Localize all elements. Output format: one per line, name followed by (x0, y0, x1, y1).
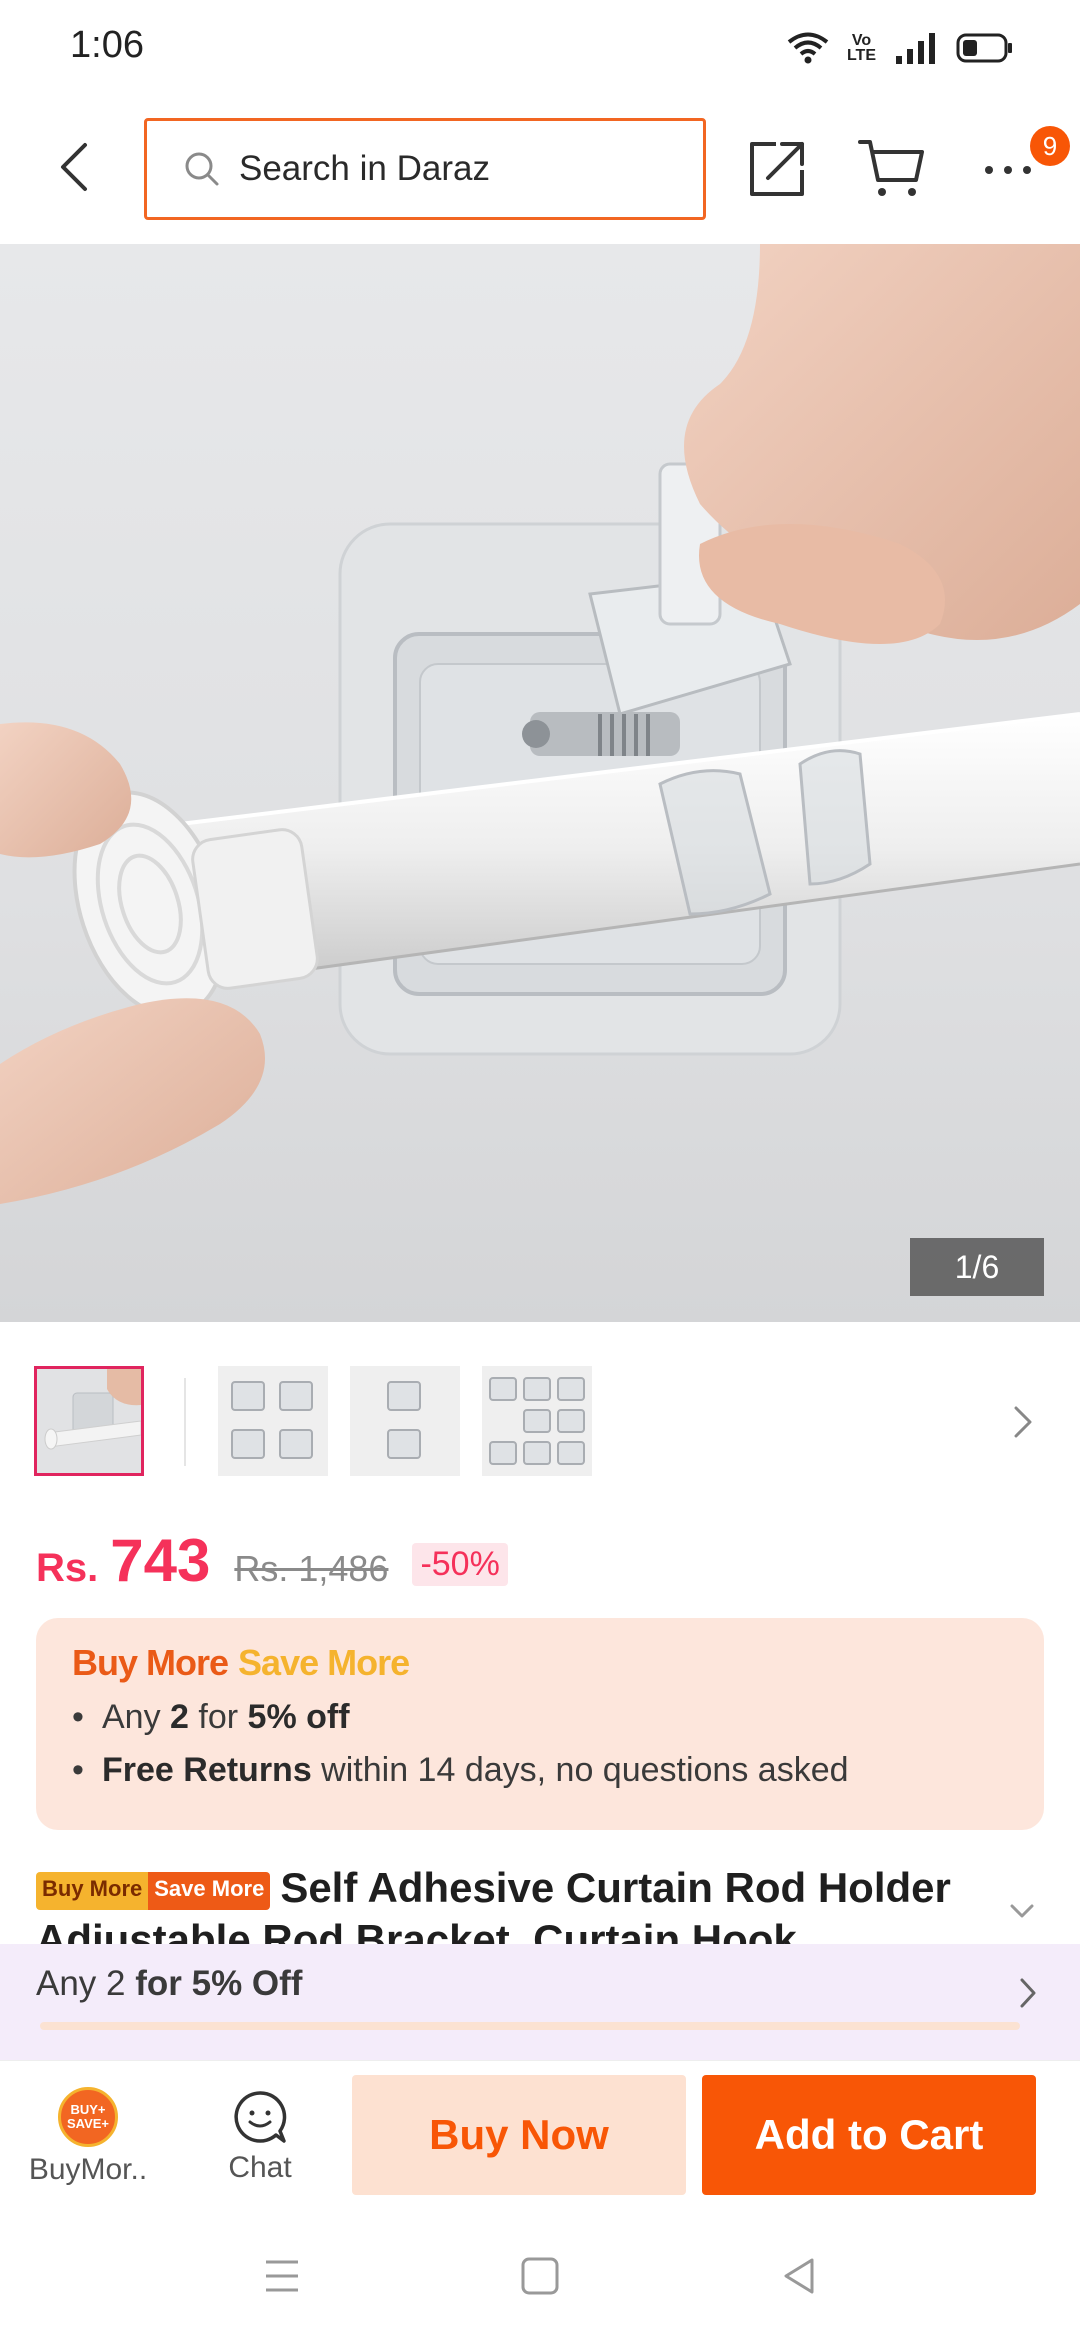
promo-offer: 5% off (247, 1698, 350, 1736)
chevron-right-icon[interactable] (1012, 1402, 1036, 1442)
buymore-button[interactable]: BUY+ SAVE+ BuyMor.. (18, 2061, 158, 2213)
image-counter: 1/6 (910, 1238, 1044, 1296)
chevron-down-icon[interactable] (1008, 1902, 1036, 1922)
thumbnail-image (37, 1369, 141, 1473)
promo-line-returns: Free Returns within 14 days, no question… (72, 1751, 1008, 1790)
price-row: Rs. 743 Rs. 1,486 -50% (36, 1526, 508, 1596)
promo-title-part1: Buy More (72, 1642, 229, 1683)
volte-indicator: Vo LTE (846, 32, 876, 64)
buy-more-save-more-tag: Buy More Save More (36, 1872, 271, 1910)
buymore-icon: BUY+ SAVE+ (58, 2087, 118, 2147)
price-current: 743 (110, 1527, 211, 1594)
thumbnail-3[interactable] (350, 1366, 460, 1476)
bundle-offer-bar[interactable]: Any 2 for 5% Off (0, 1944, 1080, 2060)
status-time: 1:06 (70, 24, 144, 66)
tag-part2: Save More (148, 1872, 271, 1910)
share-button[interactable] (746, 136, 810, 200)
search-placeholder: Search in Daraz (239, 149, 490, 188)
discount-badge: -50% (412, 1543, 508, 1586)
thumbnail-image (482, 1366, 592, 1476)
product-title-row[interactable]: Buy More Save More Self Adhesive Curtain R… (36, 1862, 1036, 1952)
bundle-offer-prefix: Any 2 (36, 1964, 136, 2003)
more-options-button[interactable] (980, 142, 1036, 198)
chevron-left-icon (61, 143, 87, 191)
battery-icon (956, 33, 1012, 63)
product-photo-illustration (0, 244, 1080, 1204)
back-button[interactable] (44, 132, 104, 202)
thumbnail-4[interactable] (482, 1366, 592, 1476)
chat-label: Chat (228, 2151, 292, 2184)
bundle-progress-bar (40, 2022, 1020, 2030)
menu-icon[interactable] (258, 2252, 306, 2300)
free-returns-label: Free Returns (102, 1751, 312, 1789)
system-navigation-bar (0, 2212, 1080, 2340)
search-input[interactable]: Search in Daraz (144, 118, 706, 220)
back-nav-icon[interactable] (776, 2252, 824, 2300)
chat-button[interactable]: Chat (190, 2061, 330, 2213)
buymore-label: BuyMor.. (28, 2153, 148, 2186)
thumbnail-strip (0, 1366, 1080, 1482)
bottom-action-bar: BUY+ SAVE+ BuyMor.. Chat Buy Now Add to C… (0, 2060, 1080, 2212)
tag-part1: Buy More (36, 1872, 149, 1910)
buy-now-button[interactable]: Buy Now (352, 2075, 686, 2195)
price-currency: Rs. (36, 1546, 99, 1590)
chat-icon (234, 2091, 287, 2143)
share-icon (750, 142, 804, 196)
status-bar: 1:06 Vo LTE (0, 0, 1080, 96)
product-image[interactable]: 1/6 (0, 244, 1080, 1322)
bundle-offer-text: Any 2 for 5% Off (36, 1964, 1044, 2004)
chevron-right-icon (1020, 1978, 1036, 2008)
top-app-bar: Search in Daraz 9 (0, 96, 1080, 244)
home-icon[interactable] (516, 2252, 564, 2300)
promo-title-part2: Save More (238, 1642, 410, 1683)
add-to-cart-button[interactable]: Add to Cart (702, 2075, 1036, 2195)
search-icon (185, 152, 219, 186)
promo-line-bundle: Any 2 for 5% off (72, 1698, 1008, 1737)
promo-qty: 2 (170, 1698, 189, 1736)
signal-icon (896, 33, 935, 64)
promo-text: within 14 days, no questions asked (311, 1751, 849, 1789)
thumbnail-image (218, 1366, 328, 1476)
price-original: Rs. 1,486 (234, 1548, 389, 1589)
wifi-icon (787, 32, 829, 64)
status-icons: Vo LTE (787, 28, 1014, 68)
thumbnail-divider (184, 1378, 186, 1466)
notification-badge: 9 (1030, 126, 1070, 166)
thumbnail-1[interactable] (34, 1366, 144, 1476)
cart-icon (858, 140, 924, 196)
thumbnail-2[interactable] (218, 1366, 328, 1476)
promo-text: Any (102, 1698, 171, 1736)
promo-text: for (188, 1698, 248, 1736)
buy-more-save-more-card[interactable]: Buy MoreSave More Any 2 for 5% off Free … (36, 1618, 1044, 1830)
bundle-offer-bold: for 5% Off (135, 1964, 303, 2003)
cart-button[interactable] (858, 136, 928, 200)
more-dots-icon (985, 166, 1031, 174)
promo-title: Buy More Save More (72, 1642, 1008, 1684)
thumbnail-image (350, 1366, 460, 1476)
